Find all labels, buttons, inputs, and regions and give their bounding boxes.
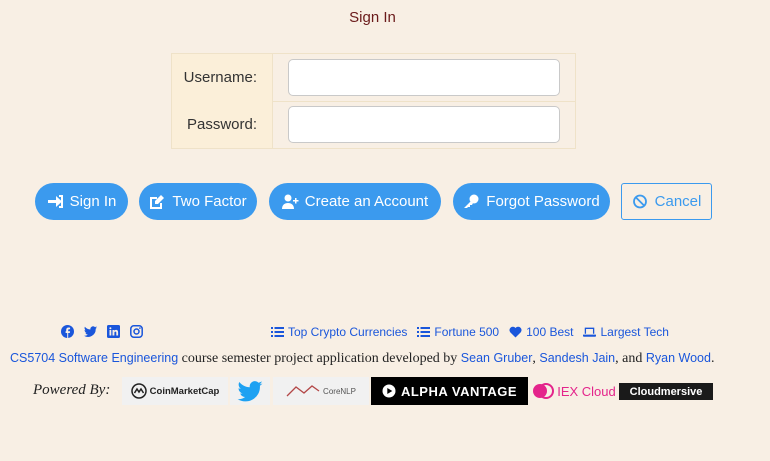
author-link-sean[interactable]: Sean Gruber xyxy=(461,351,533,365)
project-credits: CS5704 Software Engineering course semes… xyxy=(10,351,715,366)
key-icon xyxy=(464,194,479,208)
coinmarketcap-icon xyxy=(130,383,147,399)
top-crypto-link[interactable]: Top Crypto Currencies xyxy=(271,325,407,339)
username-label: Username: xyxy=(172,54,273,101)
edit-icon xyxy=(150,195,165,209)
cancel-label: Cancel xyxy=(654,193,702,210)
corenlp-logo[interactable]: CoreNLP xyxy=(273,377,369,405)
create-account-button[interactable]: Create an Account xyxy=(269,183,441,220)
password-label: Password: xyxy=(172,101,273,148)
list-icon xyxy=(417,327,431,337)
corenlp-icon xyxy=(286,385,320,397)
list-icon xyxy=(271,327,284,337)
play-circle-icon xyxy=(382,384,396,398)
laptop-icon xyxy=(583,327,597,337)
instagram-icon[interactable] xyxy=(130,325,143,338)
footer-links: Top Crypto Currencies Fortune 500 100 Be… xyxy=(271,325,669,339)
username-input[interactable] xyxy=(288,59,560,96)
password-input[interactable] xyxy=(288,106,560,143)
twitter-bird-icon xyxy=(237,380,263,401)
heart-icon xyxy=(509,326,522,338)
sign-in-form: Username: Password: xyxy=(171,53,576,149)
password-row: Password: xyxy=(172,101,575,148)
alpha-vantage-logo[interactable]: ALPHA VANTAGE xyxy=(371,377,528,405)
facebook-icon[interactable] xyxy=(61,325,74,338)
sign-in-label: Sign In xyxy=(69,193,117,210)
iex-cloud-logo[interactable]: IEX Cloud xyxy=(531,377,617,405)
two-factor-button[interactable]: Two Factor xyxy=(139,183,257,220)
coinmarketcap-logo[interactable]: CoinMarketCap xyxy=(122,377,228,405)
fortune-500-link[interactable]: Fortune 500 xyxy=(417,325,499,339)
twitter-icon[interactable] xyxy=(84,325,97,338)
author-link-ryan[interactable]: Ryan Wood xyxy=(646,351,711,365)
page-title: Sign In xyxy=(349,9,396,26)
iex-icon xyxy=(533,383,555,399)
cancel-button[interactable]: Cancel xyxy=(621,183,712,220)
forgot-password-button[interactable]: Forgot Password xyxy=(453,183,610,220)
author-link-sandesh[interactable]: Sandesh Jain xyxy=(539,351,615,365)
username-row: Username: xyxy=(172,54,575,102)
social-links xyxy=(61,325,143,338)
100-best-link[interactable]: 100 Best xyxy=(509,325,573,339)
user-plus-icon xyxy=(281,194,299,209)
sign-in-button[interactable]: Sign In xyxy=(35,183,128,220)
two-factor-label: Two Factor xyxy=(172,193,247,210)
ban-icon xyxy=(632,194,647,209)
cloudmersive-logo[interactable]: Cloudmersive xyxy=(619,383,713,400)
twitter-logo[interactable] xyxy=(230,377,270,405)
create-account-label: Create an Account xyxy=(304,193,429,210)
course-link[interactable]: CS5704 Software Engineering xyxy=(10,351,178,365)
powered-by-label: Powered By: xyxy=(33,382,111,398)
linkedin-icon[interactable] xyxy=(107,325,120,338)
forgot-password-label: Forgot Password xyxy=(486,193,600,210)
sign-in-icon xyxy=(47,195,63,208)
largest-tech-link[interactable]: Largest Tech xyxy=(583,325,669,339)
